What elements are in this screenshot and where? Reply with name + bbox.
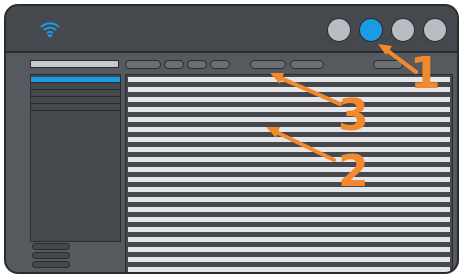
toolbar-pill-6[interactable] (290, 60, 324, 69)
list-item[interactable] (128, 97, 450, 102)
sidebar-item-4[interactable] (31, 98, 120, 104)
circle-button-3[interactable] (391, 18, 415, 42)
list-item[interactable] (128, 87, 450, 92)
sidebar-item-1[interactable] (31, 77, 120, 83)
toolbar-pill-5[interactable] (250, 60, 286, 69)
list-item[interactable] (128, 167, 450, 172)
list-item[interactable] (128, 247, 450, 252)
toolbar-pill-4[interactable] (210, 60, 230, 69)
list-item[interactable] (128, 147, 450, 152)
list-item[interactable] (128, 107, 450, 112)
sidebar-bottom-button-2[interactable] (32, 252, 70, 259)
toolbar-pill-3[interactable] (187, 60, 207, 69)
wifi-icon[interactable] (39, 19, 61, 39)
toolbar-pill-7[interactable] (373, 60, 403, 69)
list-item[interactable] (128, 157, 450, 162)
message-list (125, 74, 453, 272)
list-item[interactable] (128, 257, 450, 262)
sidebar-search-field[interactable] (30, 60, 119, 68)
sidebar-bottom-button-1[interactable] (32, 243, 70, 250)
circle-button-2[interactable] (359, 18, 383, 42)
list-item[interactable] (128, 127, 450, 132)
list-item[interactable] (128, 117, 450, 122)
app-window (4, 4, 459, 274)
sidebar-bottom-button-3[interactable] (32, 261, 70, 268)
callout-label-3: 3 (338, 90, 369, 141)
list-item[interactable] (128, 197, 450, 202)
toolbar-pill-1[interactable] (125, 60, 161, 69)
list-item[interactable] (128, 207, 450, 212)
list-item[interactable] (128, 237, 450, 242)
list-item[interactable] (128, 187, 450, 192)
sidebar-item-2[interactable] (31, 84, 120, 90)
sidebar (30, 74, 121, 242)
list-item[interactable] (128, 267, 450, 272)
list-item[interactable] (128, 77, 450, 82)
list-item[interactable] (128, 137, 450, 142)
sidebar-item-3[interactable] (31, 91, 120, 97)
callout-label-2: 2 (338, 146, 369, 197)
list-item[interactable] (128, 227, 450, 232)
circle-button-1[interactable] (327, 18, 351, 42)
top-bar (6, 6, 457, 53)
callout-label-1: 1 (410, 48, 441, 99)
toolbar-pill-2[interactable] (164, 60, 184, 69)
list-item[interactable] (128, 177, 450, 182)
circle-button-4[interactable] (423, 18, 447, 42)
list-item[interactable] (128, 217, 450, 222)
sidebar-item-5[interactable] (31, 105, 120, 111)
